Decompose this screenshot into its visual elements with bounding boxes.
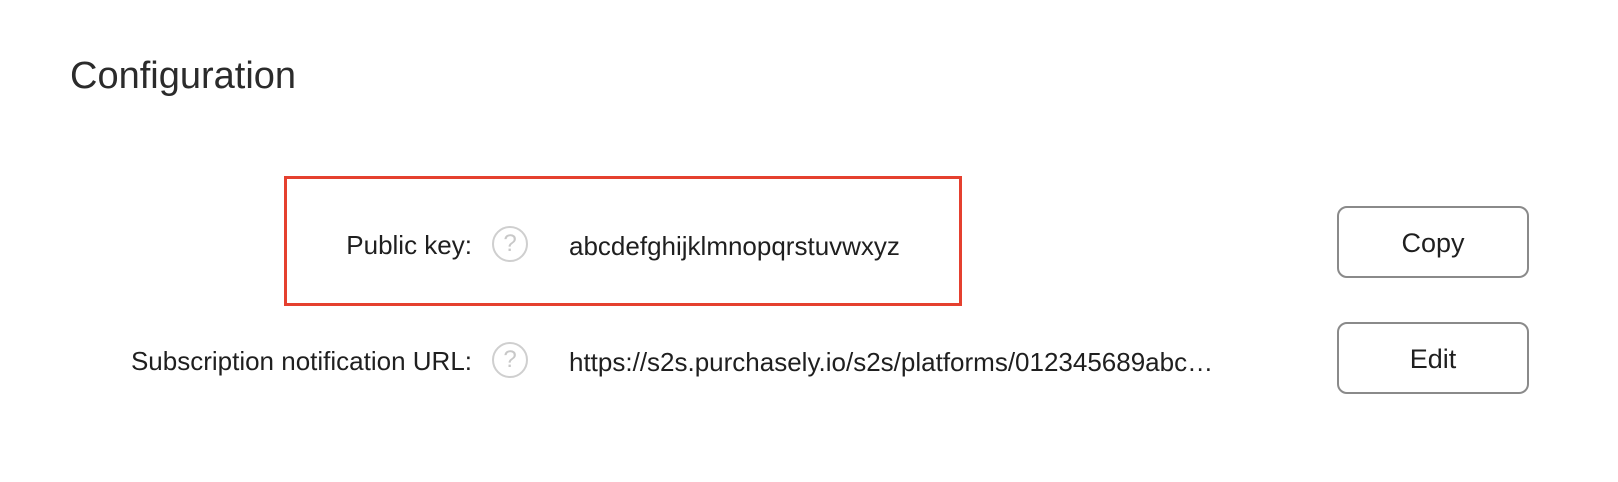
copy-button[interactable]: Copy [1337,206,1529,278]
subscription-url-value: https://s2s.purchasely.io/s2s/platforms/… [569,347,1214,377]
public-key-value: abcdefghijklmnopqrstuvwxyz [569,231,900,261]
public-key-label: Public key: [346,230,472,260]
edit-button[interactable]: Edit [1337,322,1529,394]
help-icon[interactable]: ? [492,226,528,262]
subscription-url-label: Subscription notification URL: [130,346,472,376]
page-title: Configuration [70,55,297,97]
help-icon[interactable]: ? [492,342,528,378]
